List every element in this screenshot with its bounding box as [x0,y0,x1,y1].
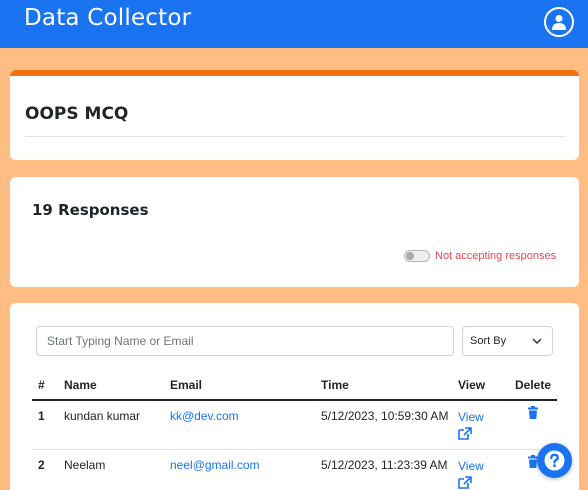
responses-count: 19 Responses [32,201,149,219]
row-number: 2 [38,458,45,472]
column-header-view: View [458,378,486,392]
accepting-responses-label: Not accepting responses [435,250,557,262]
account-button[interactable] [544,7,574,37]
column-header-name: Name [64,378,97,392]
accepting-responses-toggle[interactable] [404,250,430,262]
responses-summary-card: 19 Responses Not accepting responses [10,177,579,287]
row-name: Neelam [64,458,106,472]
table-header-divider [32,399,557,401]
responses-table-card: Sort By # Name Email Time View Delete 1 … [10,303,579,490]
column-header-email: Email [170,378,203,392]
column-header-time: Time [321,378,349,392]
row-divider [32,449,557,450]
sort-select-value: Sort By [470,335,507,347]
row-name: kundan kumar [64,409,141,423]
row-time: 5/12/2023, 11:23:39 AM [321,458,448,472]
external-link-icon[interactable] [458,476,472,489]
chevron-down-icon [532,338,542,344]
view-response-link[interactable]: View [458,459,484,473]
help-button[interactable] [537,443,572,478]
user-icon [552,15,566,30]
toggle-knob [406,252,414,260]
row-number: 1 [38,409,45,423]
column-header-number: # [38,378,45,392]
row-time: 5/12/2023, 10:59:30 AM [321,409,449,423]
search-input[interactable] [36,326,454,356]
delete-response-icon[interactable] [528,406,538,419]
column-header-delete: Delete [515,378,552,392]
external-link-icon[interactable] [458,427,472,440]
form-title-card: OOPS MCQ [10,70,579,160]
sort-select[interactable]: Sort By [462,326,553,356]
view-response-link[interactable]: View [458,410,484,424]
navbar: Data Collector [0,0,588,48]
question-icon [544,450,565,471]
row-email: neel@gmail.com [170,458,260,472]
app-brand[interactable]: Data Collector [24,5,191,31]
title-divider [25,136,565,137]
form-title: OOPS MCQ [25,104,129,124]
row-email: kk@dev.com [170,409,239,423]
